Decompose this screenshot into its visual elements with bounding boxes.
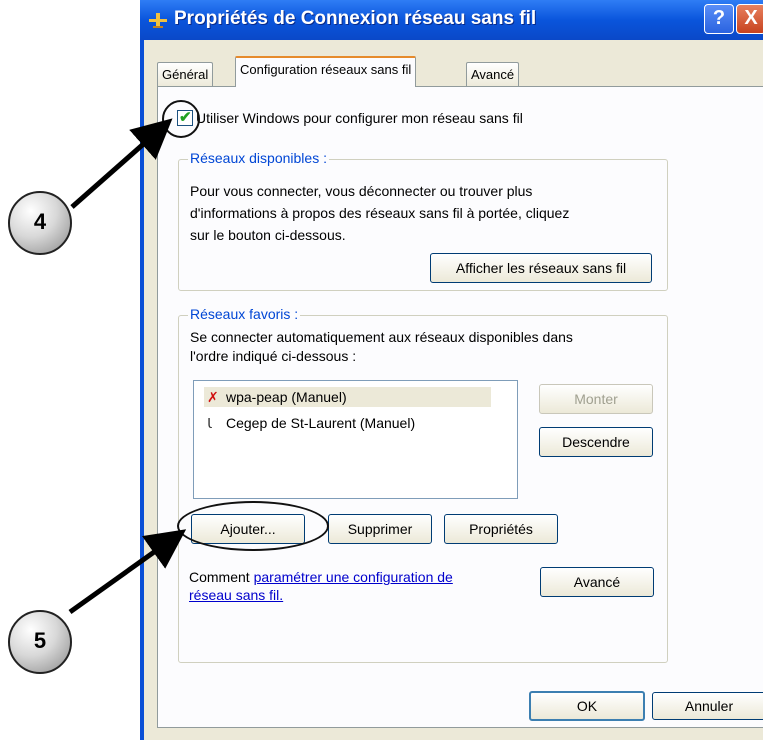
callout-5: 5 xyxy=(8,610,72,674)
tab-wireless-config[interactable]: Configuration réseaux sans fil xyxy=(235,56,417,87)
arrow-4 xyxy=(70,118,173,209)
arrow-5 xyxy=(68,529,187,615)
callout-4: 4 xyxy=(8,191,72,255)
annotation-arrows xyxy=(68,118,187,615)
